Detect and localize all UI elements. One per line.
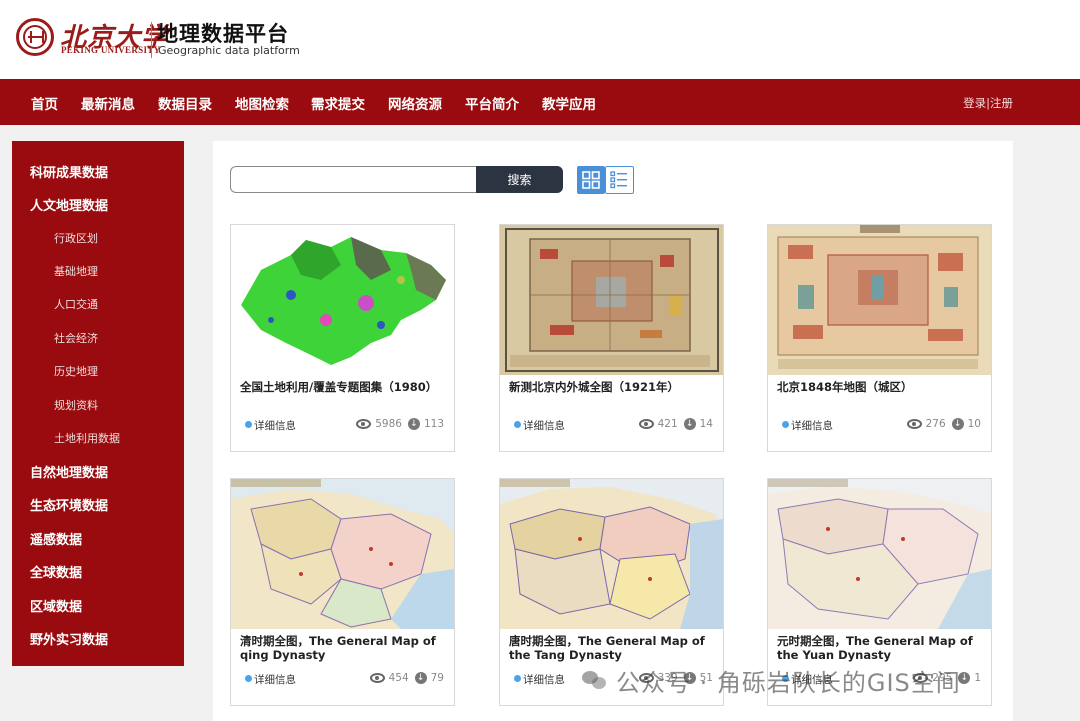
card-title[interactable]: 全国土地利用/覆盖专题图集（1980） (240, 380, 450, 394)
nav-item-catalog[interactable]: 数据目录 (158, 93, 212, 113)
nav-item-request[interactable]: 需求提交 (311, 93, 365, 113)
sidebar-item-global[interactable]: 全球数据 (30, 562, 82, 581)
university-seal-icon[interactable] (16, 18, 54, 56)
view-count: 5986 (375, 418, 402, 430)
dataset-card[interactable]: 北京1848年地图（城区） 详细信息 276 ↓ 10 (767, 224, 992, 452)
beijing-1921-map-thumbnail[interactable] (500, 225, 723, 375)
detail-link[interactable]: 详细信息 (782, 418, 833, 433)
download-count: 14 (699, 418, 713, 430)
detail-dot-icon (245, 675, 252, 682)
register-link[interactable]: 注册 (990, 96, 1013, 110)
search-input[interactable] (230, 166, 478, 193)
detail-link[interactable]: 详细信息 (245, 418, 296, 433)
detail-dot-icon (514, 675, 521, 682)
detail-link[interactable]: 详细信息 (514, 672, 565, 687)
views-icon (638, 419, 654, 429)
sidebar-subitem-economy[interactable]: 社会经济 (54, 330, 98, 346)
view-count: 276 (925, 418, 946, 430)
download-count: 1 (974, 672, 981, 684)
sidebar-item-regional[interactable]: 区域数据 (30, 596, 82, 615)
detail-label: 详细信息 (254, 674, 296, 686)
watermark-text: 公众号 · 角砾岩队长的GIS空间 (616, 668, 961, 697)
detail-label: 详细信息 (254, 420, 296, 432)
download-icon: ↓ (407, 418, 420, 430)
auth-links: 登录|注册 (963, 95, 1013, 111)
category-sidebar: 科研成果数据 人文地理数据 行政区划 基础地理 人口交通 社会经济 历史地理 规… (12, 141, 184, 666)
wechat-icon (582, 669, 608, 691)
card-title[interactable]: 元时期全图，The General Map of the Yuan Dynast… (777, 634, 987, 662)
detail-dot-icon (245, 421, 252, 428)
results-panel: 搜索 全国土地利用/覆盖专题图集（1980） 详细信息 5986 ↓ 113 新… (213, 141, 1013, 721)
tang-dynasty-map-thumbnail[interactable] (500, 479, 723, 629)
detail-dot-icon (782, 421, 789, 428)
dataset-card[interactable]: 清时期全图，The General Map of qing Dynasty 详细… (230, 478, 455, 706)
detail-label: 详细信息 (523, 420, 565, 432)
download-count: 79 (430, 672, 444, 684)
download-count: 10 (967, 418, 981, 430)
sidebar-subitem-history[interactable]: 历史地理 (54, 363, 98, 379)
nav-item-teaching[interactable]: 教学应用 (542, 93, 596, 113)
qing-dynasty-map-thumbnail[interactable] (231, 479, 454, 629)
card-title[interactable]: 清时期全图，The General Map of qing Dynasty (240, 634, 450, 662)
card-stats: 421 ↓ 14 (638, 418, 713, 430)
site-header: 北京大学 PEKING UNIVERSITY 地理数据平台 Geographic… (0, 0, 1080, 79)
detail-link[interactable]: 详细信息 (514, 418, 565, 433)
download-icon: ↓ (414, 672, 427, 684)
sidebar-subitem-planning[interactable]: 规划资料 (54, 397, 98, 413)
sidebar-item-fieldwork[interactable]: 野外实习数据 (30, 629, 108, 648)
main-nav: 首页 最新消息 数据目录 地图检索 需求提交 网络资源 平台简介 教学应用 登录… (0, 79, 1080, 125)
detail-label: 详细信息 (791, 420, 833, 432)
grid-view-icon (582, 171, 600, 189)
download-icon: ↓ (951, 418, 964, 430)
nav-item-news[interactable]: 最新消息 (81, 93, 135, 113)
dataset-card[interactable]: 全国土地利用/覆盖专题图集（1980） 详细信息 5986 ↓ 113 (230, 224, 455, 452)
sidebar-subitem-admin[interactable]: 行政区划 (54, 230, 98, 246)
detail-dot-icon (514, 421, 521, 428)
detail-link[interactable]: 详细信息 (245, 672, 296, 687)
sidebar-subitem-land-use[interactable]: 土地利用数据 (54, 430, 120, 446)
university-name-en: PEKING UNIVERSITY (61, 45, 161, 55)
download-count: 113 (423, 418, 444, 430)
card-title[interactable]: 新测北京内外城全图（1921年） (509, 380, 719, 394)
view-count: 454 (388, 672, 409, 684)
login-link[interactable]: 登录 (963, 96, 986, 110)
search-button[interactable]: 搜索 (476, 166, 563, 193)
card-title[interactable]: 北京1848年地图（城区） (777, 380, 987, 394)
logo-divider (151, 22, 152, 58)
card-title[interactable]: 唐时期全图，The General Map of the Tang Dynast… (509, 634, 719, 662)
grid-view-button[interactable] (577, 166, 605, 194)
nav-item-resources[interactable]: 网络资源 (388, 93, 442, 113)
views-icon (356, 419, 372, 429)
views-icon (369, 673, 385, 683)
sidebar-item-human-geo[interactable]: 人文地理数据 (30, 195, 108, 214)
view-count: 421 (657, 418, 678, 430)
sidebar-item-research[interactable]: 科研成果数据 (30, 162, 108, 181)
sidebar-item-ecology[interactable]: 生态环境数据 (30, 495, 108, 514)
list-view-icon (610, 171, 627, 189)
beijing-1848-map-thumbnail[interactable] (768, 225, 991, 375)
nav-item-about[interactable]: 平台简介 (465, 93, 519, 113)
download-icon: ↓ (683, 418, 696, 430)
card-stats: 454 ↓ 79 (369, 672, 444, 684)
sidebar-subitem-population[interactable]: 人口交通 (54, 296, 98, 312)
dataset-card[interactable]: 新测北京内外城全图（1921年） 详细信息 421 ↓ 14 (499, 224, 724, 452)
card-stats: 5986 ↓ 113 (356, 418, 444, 430)
card-stats: 276 ↓ 10 (906, 418, 981, 430)
platform-subtitle: Geographic data platform (158, 44, 300, 57)
nav-item-home[interactable]: 首页 (31, 93, 58, 113)
wechat-watermark: 公众号 · 角砾岩队长的GIS空间 (582, 660, 961, 700)
yuan-dynasty-map-thumbnail[interactable] (768, 479, 991, 629)
sidebar-item-physical-geo[interactable]: 自然地理数据 (30, 462, 108, 481)
land-use-map-thumbnail[interactable] (231, 225, 454, 375)
views-icon (906, 419, 922, 429)
sidebar-subitem-basic-geo[interactable]: 基础地理 (54, 263, 98, 279)
nav-item-map-search[interactable]: 地图检索 (235, 93, 289, 113)
list-view-button[interactable] (605, 166, 634, 194)
detail-label: 详细信息 (523, 674, 565, 686)
sidebar-item-remote-sensing[interactable]: 遥感数据 (30, 529, 82, 548)
